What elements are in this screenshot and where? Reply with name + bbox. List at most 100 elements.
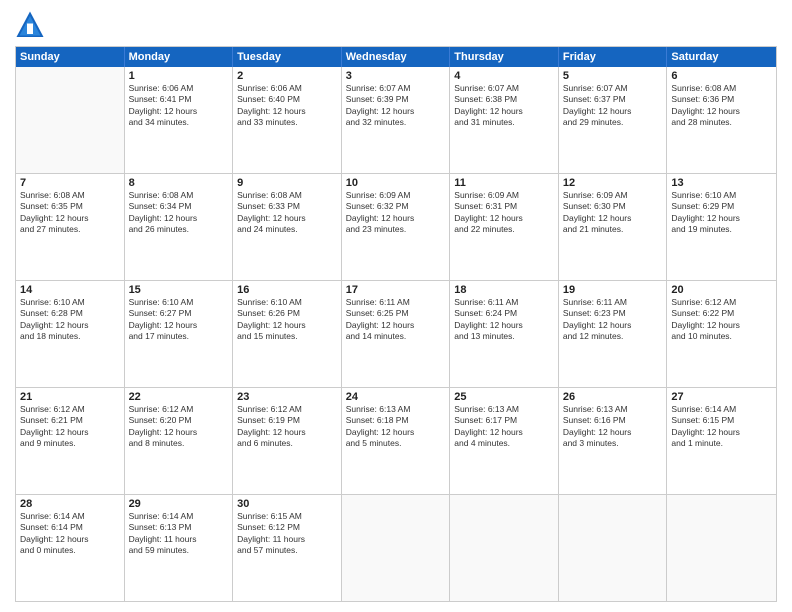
day-number: 21: [20, 391, 120, 403]
cell-info: Sunrise: 6:12 AMSunset: 6:20 PMDaylight:…: [129, 404, 229, 450]
calendar-row-1: 7Sunrise: 6:08 AMSunset: 6:35 PMDaylight…: [16, 174, 776, 281]
day-number: 18: [454, 284, 554, 296]
cell-info: Sunrise: 6:08 AMSunset: 6:33 PMDaylight:…: [237, 190, 337, 236]
cell-info: Sunrise: 6:14 AMSunset: 6:15 PMDaylight:…: [671, 404, 772, 450]
calendar-cell: 2Sunrise: 6:06 AMSunset: 6:40 PMDaylight…: [233, 67, 342, 173]
cell-info: Sunrise: 6:11 AMSunset: 6:23 PMDaylight:…: [563, 297, 663, 343]
calendar-cell: 26Sunrise: 6:13 AMSunset: 6:16 PMDayligh…: [559, 388, 668, 494]
header-day-thursday: Thursday: [450, 47, 559, 67]
calendar-cell: 14Sunrise: 6:10 AMSunset: 6:28 PMDayligh…: [16, 281, 125, 387]
header-day-saturday: Saturday: [667, 47, 776, 67]
calendar-cell: 25Sunrise: 6:13 AMSunset: 6:17 PMDayligh…: [450, 388, 559, 494]
header: [15, 10, 777, 40]
calendar-cell: 11Sunrise: 6:09 AMSunset: 6:31 PMDayligh…: [450, 174, 559, 280]
calendar-cell: [16, 67, 125, 173]
day-number: 19: [563, 284, 663, 296]
day-number: 15: [129, 284, 229, 296]
calendar-cell: 19Sunrise: 6:11 AMSunset: 6:23 PMDayligh…: [559, 281, 668, 387]
cell-info: Sunrise: 6:10 AMSunset: 6:26 PMDaylight:…: [237, 297, 337, 343]
header-day-wednesday: Wednesday: [342, 47, 451, 67]
logo-icon: [15, 10, 45, 40]
calendar-cell: 16Sunrise: 6:10 AMSunset: 6:26 PMDayligh…: [233, 281, 342, 387]
calendar-cell: 15Sunrise: 6:10 AMSunset: 6:27 PMDayligh…: [125, 281, 234, 387]
day-number: 23: [237, 391, 337, 403]
cell-info: Sunrise: 6:14 AMSunset: 6:13 PMDaylight:…: [129, 511, 229, 557]
cell-info: Sunrise: 6:09 AMSunset: 6:32 PMDaylight:…: [346, 190, 446, 236]
header-day-tuesday: Tuesday: [233, 47, 342, 67]
calendar-cell: 3Sunrise: 6:07 AMSunset: 6:39 PMDaylight…: [342, 67, 451, 173]
calendar-cell: 18Sunrise: 6:11 AMSunset: 6:24 PMDayligh…: [450, 281, 559, 387]
day-number: 10: [346, 177, 446, 189]
calendar-cell: 9Sunrise: 6:08 AMSunset: 6:33 PMDaylight…: [233, 174, 342, 280]
calendar-cell: 8Sunrise: 6:08 AMSunset: 6:34 PMDaylight…: [125, 174, 234, 280]
calendar-cell: 30Sunrise: 6:15 AMSunset: 6:12 PMDayligh…: [233, 495, 342, 601]
calendar-cell: 13Sunrise: 6:10 AMSunset: 6:29 PMDayligh…: [667, 174, 776, 280]
calendar-cell: 24Sunrise: 6:13 AMSunset: 6:18 PMDayligh…: [342, 388, 451, 494]
calendar-cell: [559, 495, 668, 601]
calendar-cell: 23Sunrise: 6:12 AMSunset: 6:19 PMDayligh…: [233, 388, 342, 494]
day-number: 1: [129, 70, 229, 82]
header-day-monday: Monday: [125, 47, 234, 67]
cell-info: Sunrise: 6:09 AMSunset: 6:31 PMDaylight:…: [454, 190, 554, 236]
day-number: 14: [20, 284, 120, 296]
day-number: 26: [563, 391, 663, 403]
header-day-friday: Friday: [559, 47, 668, 67]
cell-info: Sunrise: 6:08 AMSunset: 6:34 PMDaylight:…: [129, 190, 229, 236]
calendar-cell: [667, 495, 776, 601]
calendar-cell: 12Sunrise: 6:09 AMSunset: 6:30 PMDayligh…: [559, 174, 668, 280]
calendar-row-3: 21Sunrise: 6:12 AMSunset: 6:21 PMDayligh…: [16, 388, 776, 495]
calendar-cell: 27Sunrise: 6:14 AMSunset: 6:15 PMDayligh…: [667, 388, 776, 494]
calendar-row-4: 28Sunrise: 6:14 AMSunset: 6:14 PMDayligh…: [16, 495, 776, 601]
cell-info: Sunrise: 6:12 AMSunset: 6:19 PMDaylight:…: [237, 404, 337, 450]
cell-info: Sunrise: 6:07 AMSunset: 6:38 PMDaylight:…: [454, 83, 554, 129]
day-number: 25: [454, 391, 554, 403]
day-number: 30: [237, 498, 337, 510]
header-day-sunday: Sunday: [16, 47, 125, 67]
calendar-cell: 21Sunrise: 6:12 AMSunset: 6:21 PMDayligh…: [16, 388, 125, 494]
day-number: 4: [454, 70, 554, 82]
cell-info: Sunrise: 6:08 AMSunset: 6:35 PMDaylight:…: [20, 190, 120, 236]
cell-info: Sunrise: 6:11 AMSunset: 6:25 PMDaylight:…: [346, 297, 446, 343]
calendar-cell: 29Sunrise: 6:14 AMSunset: 6:13 PMDayligh…: [125, 495, 234, 601]
calendar-row-2: 14Sunrise: 6:10 AMSunset: 6:28 PMDayligh…: [16, 281, 776, 388]
cell-info: Sunrise: 6:08 AMSunset: 6:36 PMDaylight:…: [671, 83, 772, 129]
calendar-cell: 4Sunrise: 6:07 AMSunset: 6:38 PMDaylight…: [450, 67, 559, 173]
day-number: 17: [346, 284, 446, 296]
day-number: 29: [129, 498, 229, 510]
cell-info: Sunrise: 6:10 AMSunset: 6:27 PMDaylight:…: [129, 297, 229, 343]
calendar-row-0: 1Sunrise: 6:06 AMSunset: 6:41 PMDaylight…: [16, 67, 776, 174]
cell-info: Sunrise: 6:07 AMSunset: 6:37 PMDaylight:…: [563, 83, 663, 129]
calendar-body: 1Sunrise: 6:06 AMSunset: 6:41 PMDaylight…: [16, 67, 776, 601]
cell-info: Sunrise: 6:14 AMSunset: 6:14 PMDaylight:…: [20, 511, 120, 557]
cell-info: Sunrise: 6:12 AMSunset: 6:22 PMDaylight:…: [671, 297, 772, 343]
cell-info: Sunrise: 6:06 AMSunset: 6:40 PMDaylight:…: [237, 83, 337, 129]
cell-info: Sunrise: 6:13 AMSunset: 6:18 PMDaylight:…: [346, 404, 446, 450]
day-number: 5: [563, 70, 663, 82]
calendar-cell: [342, 495, 451, 601]
cell-info: Sunrise: 6:12 AMSunset: 6:21 PMDaylight:…: [20, 404, 120, 450]
cell-info: Sunrise: 6:10 AMSunset: 6:29 PMDaylight:…: [671, 190, 772, 236]
calendar-cell: 28Sunrise: 6:14 AMSunset: 6:14 PMDayligh…: [16, 495, 125, 601]
logo: [15, 10, 49, 40]
day-number: 6: [671, 70, 772, 82]
cell-info: Sunrise: 6:09 AMSunset: 6:30 PMDaylight:…: [563, 190, 663, 236]
day-number: 8: [129, 177, 229, 189]
day-number: 24: [346, 391, 446, 403]
day-number: 2: [237, 70, 337, 82]
page: SundayMondayTuesdayWednesdayThursdayFrid…: [0, 0, 792, 612]
day-number: 12: [563, 177, 663, 189]
calendar-cell: 5Sunrise: 6:07 AMSunset: 6:37 PMDaylight…: [559, 67, 668, 173]
day-number: 22: [129, 391, 229, 403]
day-number: 9: [237, 177, 337, 189]
calendar: SundayMondayTuesdayWednesdayThursdayFrid…: [15, 46, 777, 602]
cell-info: Sunrise: 6:06 AMSunset: 6:41 PMDaylight:…: [129, 83, 229, 129]
day-number: 7: [20, 177, 120, 189]
day-number: 11: [454, 177, 554, 189]
calendar-header: SundayMondayTuesdayWednesdayThursdayFrid…: [16, 47, 776, 67]
calendar-cell: 20Sunrise: 6:12 AMSunset: 6:22 PMDayligh…: [667, 281, 776, 387]
calendar-cell: [450, 495, 559, 601]
cell-info: Sunrise: 6:07 AMSunset: 6:39 PMDaylight:…: [346, 83, 446, 129]
cell-info: Sunrise: 6:11 AMSunset: 6:24 PMDaylight:…: [454, 297, 554, 343]
day-number: 13: [671, 177, 772, 189]
day-number: 28: [20, 498, 120, 510]
